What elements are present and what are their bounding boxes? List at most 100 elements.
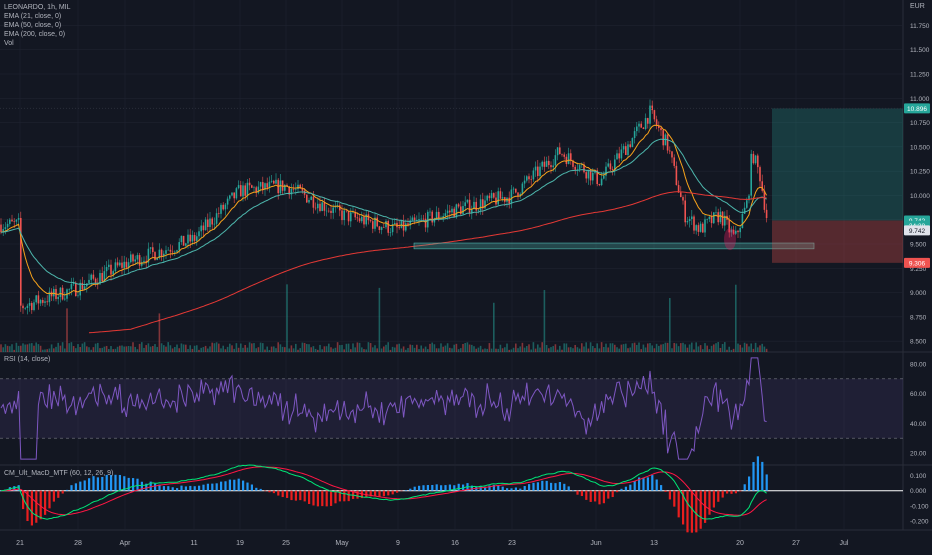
volume-bar (240, 343, 242, 352)
candle-body (218, 213, 220, 214)
volume-bar (163, 345, 165, 352)
volume-bar (411, 345, 414, 352)
macd-histogram-bar (391, 490, 394, 495)
chart-canvas[interactable]: 21 28 Apr 11 19 25 May 9 16 23 Jun 13 20 27 Jul 11.750 1… (0, 0, 932, 550)
volume-bar (750, 343, 752, 352)
candle-body (746, 200, 748, 208)
x-tick-label: 28 (74, 540, 82, 547)
volume-bar (251, 343, 253, 352)
macd-histogram-bar (57, 490, 60, 498)
volume-bar (578, 348, 581, 352)
volume-bar (116, 346, 119, 352)
macd-histogram-bar (611, 490, 614, 498)
candle-body (510, 189, 513, 204)
candle-body (713, 212, 715, 224)
y-tick-label: 11.750 (910, 23, 930, 30)
candle-body (92, 274, 95, 279)
volume-bar (572, 348, 574, 352)
x-tick-label: Jun (590, 540, 601, 547)
volume-bar (152, 346, 154, 352)
candle-body (325, 210, 328, 212)
volume-bar (539, 347, 541, 352)
candle-body (119, 262, 121, 266)
volume-bar (339, 345, 341, 352)
volume-bar (680, 343, 682, 352)
candle-body (490, 193, 493, 199)
price-label: 9.742 (909, 228, 926, 235)
candle-body (719, 211, 722, 223)
macd-histogram-bar (418, 485, 421, 491)
volume-bar (717, 342, 719, 352)
volume-bar (64, 348, 66, 352)
candle-body (198, 231, 200, 237)
candle-body (633, 131, 636, 139)
volume-bar (182, 344, 185, 352)
candle-body (79, 282, 81, 296)
macd-histogram-bar (206, 483, 209, 491)
volume-bar (427, 349, 429, 352)
volume-bar (446, 343, 449, 352)
x-tick-label: 16 (451, 540, 459, 547)
candle-body (88, 279, 90, 284)
volume-bar (519, 346, 521, 352)
volume-bar (105, 345, 108, 352)
volume-bar (664, 342, 667, 352)
macd-histogram-bar (409, 488, 412, 491)
volume-bar (108, 349, 110, 352)
volume-bar (26, 344, 29, 352)
candle-body (154, 252, 156, 261)
volume-bar (167, 342, 169, 352)
volume-bar (220, 348, 222, 352)
chart-stage[interactable]: 21 28 Apr 11 19 25 May 9 16 23 Jun 13 20 27 Jul 11.750 1… (0, 0, 932, 550)
volume-bar (88, 347, 90, 352)
candle-body (222, 204, 224, 210)
y-tick-label: 10.250 (910, 169, 930, 176)
macd-histogram-bar (198, 485, 201, 491)
candle-body (15, 219, 18, 222)
candle-body (134, 259, 136, 262)
candle-body (669, 150, 671, 152)
volume-bar (684, 344, 686, 352)
volume-bar (655, 343, 658, 352)
volume-bar (724, 342, 726, 352)
macd-histogram-bar (30, 490, 33, 526)
candle-body (378, 226, 381, 230)
volume-bar (376, 348, 378, 352)
macd-histogram-bar (321, 490, 324, 507)
candle-body (644, 118, 647, 129)
candle-body (383, 227, 385, 228)
volume-bar (488, 343, 491, 352)
candle-body (394, 222, 396, 225)
candle-body (226, 198, 229, 205)
volume-bar (301, 342, 304, 352)
volume-bar (72, 346, 75, 352)
volume-bar (550, 347, 552, 352)
rsi-tick-label: 40.00 (910, 421, 927, 428)
rsi-tick-label: 60.00 (910, 391, 927, 398)
candle-body (631, 138, 634, 148)
macd-histogram-bar (330, 490, 333, 506)
candle-body (446, 210, 449, 214)
candle-body (750, 153, 752, 196)
volume-bar (763, 346, 766, 352)
volume-bar (457, 349, 460, 352)
macd-histogram-bar (70, 485, 73, 491)
macd-histogram-bar (743, 484, 746, 491)
candle-body (11, 219, 13, 222)
volume-bar (440, 343, 442, 352)
volume-bar (154, 344, 156, 352)
candle-body (477, 210, 480, 212)
volume-bar (385, 344, 387, 352)
macd-histogram-bar (444, 485, 447, 491)
macd-histogram-bar (374, 490, 377, 496)
macd-histogram-bar (325, 490, 328, 507)
volume-bar (147, 343, 150, 352)
candle-body (475, 201, 477, 211)
candle-body (464, 202, 466, 207)
volume-bar (669, 298, 671, 352)
volume-bar (743, 342, 746, 352)
macd-histogram-bar (83, 480, 86, 491)
macd-histogram-bar (294, 490, 297, 501)
candle-body (598, 184, 601, 186)
macd-histogram-bar (748, 476, 751, 491)
